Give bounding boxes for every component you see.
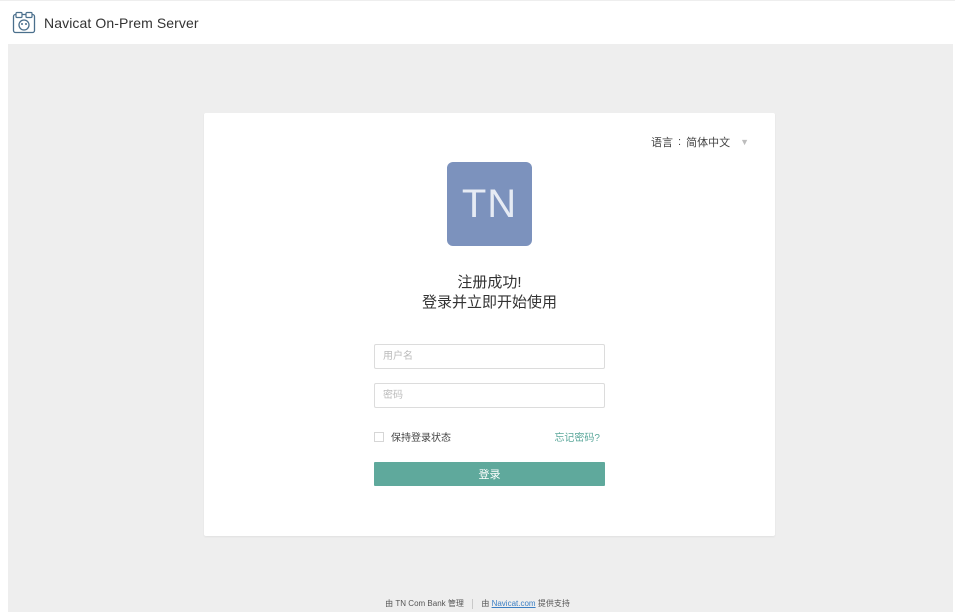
app-title: Navicat On-Prem Server: [44, 14, 199, 31]
forgot-password-link[interactable]: 忘记密码?: [554, 429, 600, 444]
avatar: TN: [447, 162, 532, 246]
footer-managed-prefix: 由: [385, 599, 394, 608]
navicat-link[interactable]: Navicat.com: [492, 599, 536, 608]
password-input[interactable]: [374, 383, 605, 408]
footer-powered-prefix: 由: [481, 599, 490, 608]
top-bar: Navicat On-Prem Server: [0, 0, 955, 44]
language-value: 简体中文: [686, 137, 731, 149]
footer: 由 TN Com Bank 管理 由 Navicat.com 提供支持: [0, 598, 955, 609]
footer-managed-suffix: 管理: [447, 599, 464, 608]
login-card: 语言: 简体中文 ▼ TN 注册成功! 登录并立即开始使用 保持登录状态 忘记密码…: [204, 113, 775, 536]
navicat-logo-icon: [12, 11, 36, 35]
language-selector[interactable]: 语言: 简体中文 ▼: [651, 134, 749, 150]
language-separator: :: [678, 136, 682, 148]
login-prompt: 登录并立即开始使用: [421, 294, 557, 311]
username-input[interactable]: [374, 344, 605, 369]
success-message: 注册成功!: [457, 274, 522, 291]
language-label: 语言: [651, 137, 674, 149]
checkbox-icon[interactable]: [374, 431, 384, 442]
remember-me-label: 保持登录状态: [391, 433, 451, 444]
footer-managed-name: TN Com Bank: [395, 599, 446, 608]
remember-me-checkbox[interactable]: 保持登录状态: [374, 429, 451, 444]
login-button[interactable]: 登录: [374, 462, 605, 486]
footer-divider: [472, 598, 474, 609]
footer-powered-suffix: 提供支持: [537, 599, 570, 608]
caret-down-icon: ▼: [740, 137, 749, 147]
